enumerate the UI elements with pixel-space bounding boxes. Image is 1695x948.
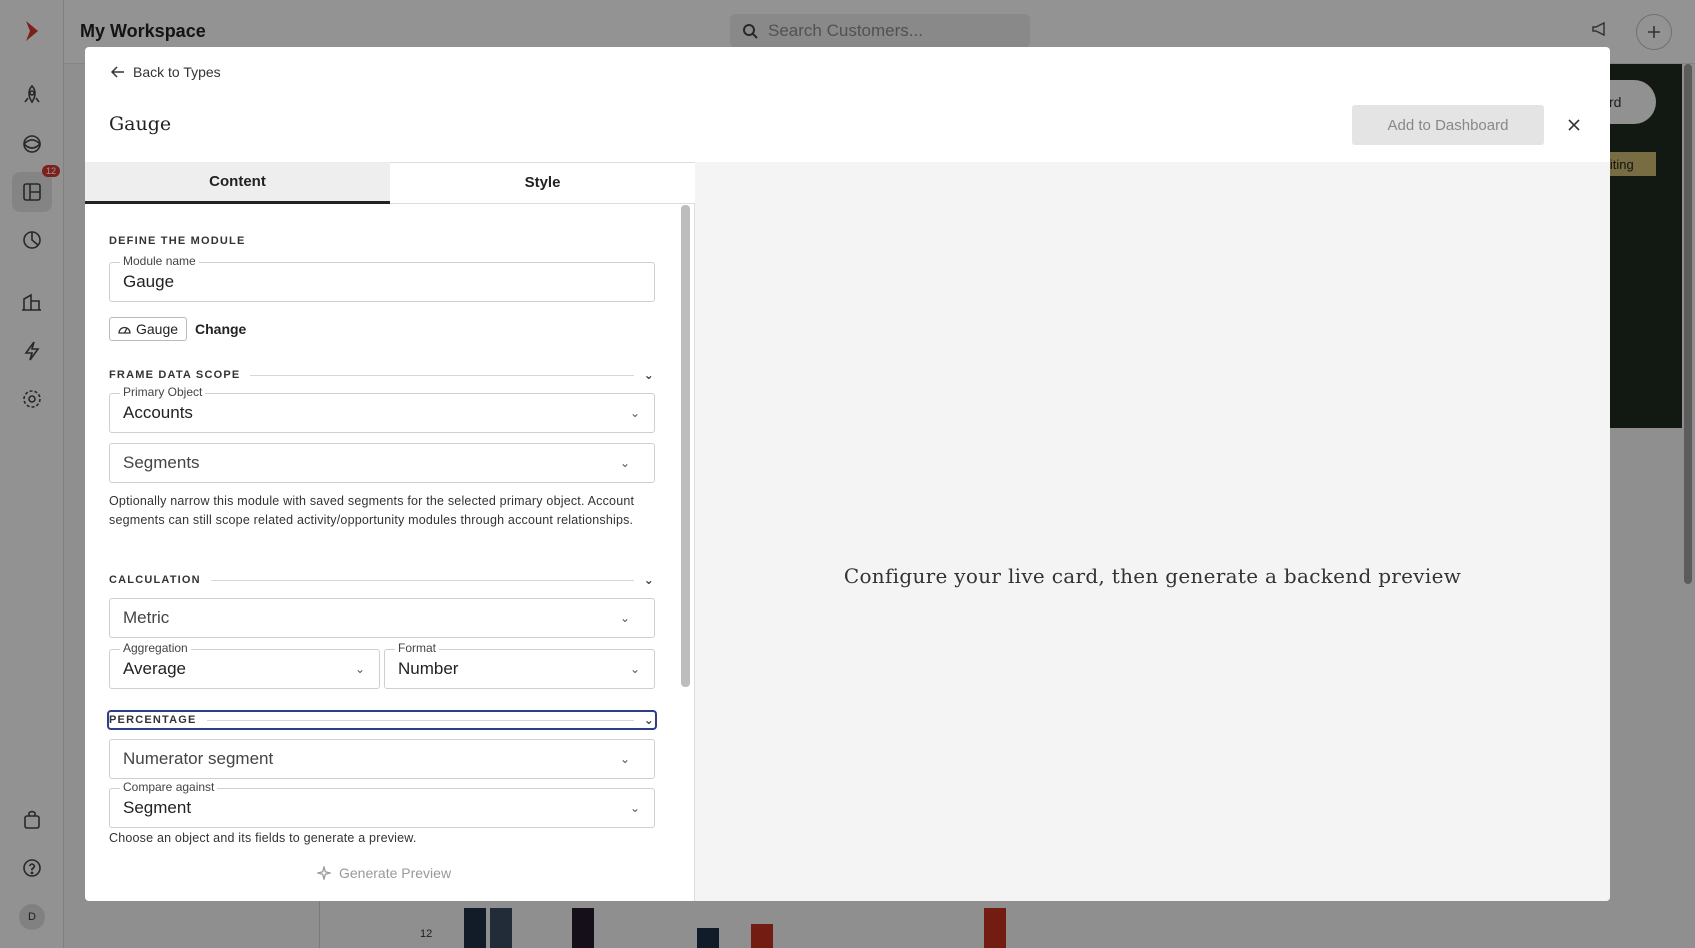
numerator-segment-select[interactable]: Numerator segment ⌄ (109, 739, 655, 779)
module-name-value: Gauge (123, 272, 175, 291)
tab-bar: Content Style (85, 162, 695, 204)
section-divider (206, 719, 634, 721)
type-chip-label: Gauge (136, 321, 179, 337)
metric-placeholder: Metric (123, 608, 170, 627)
back-label: Back to Types (133, 64, 221, 80)
numerator-placeholder: Numerator segment (123, 749, 274, 768)
chevron-down-icon: ⌄ (643, 573, 655, 587)
chevron-down-icon: ⌄ (629, 801, 640, 815)
section-label: PERCENTAGE (109, 714, 197, 726)
chevron-down-icon: ⌄ (619, 456, 630, 470)
tab-content[interactable]: Content (85, 162, 390, 204)
scope-help-text: Optionally narrow this module with saved… (109, 494, 635, 527)
generate-preview-button[interactable]: Generate Preview (317, 865, 451, 881)
gauge-icon (118, 326, 131, 334)
chevron-down-icon: ⌄ (619, 752, 630, 766)
section-calculation[interactable]: CALCULATION ⌄ (109, 573, 655, 587)
compare-against-select[interactable]: Compare against Segment ⌄ (109, 780, 655, 828)
section-divider (210, 579, 634, 581)
compare-against-value: Segment (123, 798, 192, 817)
section-label: DEFINE THE MODULE (109, 235, 246, 247)
preview-help-text: Choose an object and its fields to gener… (109, 831, 417, 845)
modal-title: Gauge (109, 113, 172, 135)
section-frame-data-scope[interactable]: FRAME DATA SCOPE ⌄ (109, 368, 655, 382)
back-to-types-link[interactable]: Back to Types (111, 64, 221, 80)
add-to-dashboard-button[interactable]: Add to Dashboard (1352, 105, 1544, 145)
chevron-down-icon: ⌄ (629, 662, 640, 676)
aggregation-select[interactable]: Aggregation Average ⌄ (109, 641, 380, 689)
primary-object-select[interactable]: Primary Object Accounts ⌄ (109, 385, 655, 433)
format-value: Number (398, 659, 459, 678)
chevron-down-icon: ⌄ (643, 713, 655, 727)
aggregation-label: Aggregation (120, 641, 191, 655)
form-scrollbar[interactable] (681, 205, 690, 687)
section-percentage[interactable]: PERCENTAGE ⌄ (107, 710, 657, 730)
sparkle-icon (317, 866, 331, 880)
close-icon[interactable] (1562, 113, 1586, 137)
chevron-down-icon: ⌄ (619, 611, 630, 625)
module-config-modal: Back to Types Gauge Add to Dashboard Con… (85, 47, 1610, 901)
section-define-module: DEFINE THE MODULE (109, 235, 655, 247)
preview-message: Configure your live card, then generate … (843, 564, 1462, 588)
module-name-label: Module name (120, 254, 199, 268)
metric-select[interactable]: Metric ⌄ (109, 598, 655, 638)
arrow-left-icon (111, 66, 124, 78)
segments-select[interactable]: Segments ⌄ (109, 443, 655, 483)
chevron-down-icon: ⌄ (354, 662, 365, 676)
change-type-button[interactable]: Change (195, 321, 246, 337)
segments-placeholder: Segments (123, 453, 200, 472)
module-type-chip: Gauge (109, 317, 188, 341)
section-label: FRAME DATA SCOPE (109, 369, 241, 381)
chevron-down-icon: ⌄ (643, 368, 655, 382)
compare-against-label: Compare against (120, 780, 218, 794)
section-label: CALCULATION (109, 574, 201, 586)
primary-object-label: Primary Object (120, 385, 206, 399)
primary-object-value: Accounts (123, 403, 193, 422)
format-select[interactable]: Format Number ⌄ (384, 641, 655, 689)
format-label: Format (395, 641, 440, 655)
tab-style[interactable]: Style (390, 162, 695, 204)
generate-preview-label: Generate Preview (339, 865, 452, 881)
section-divider (250, 374, 634, 376)
module-name-input[interactable]: Module name Gauge (109, 254, 655, 302)
aggregation-value: Average (123, 659, 187, 678)
chevron-down-icon: ⌄ (629, 406, 640, 420)
preview-pane: Configure your live card, then generate … (695, 162, 1610, 901)
